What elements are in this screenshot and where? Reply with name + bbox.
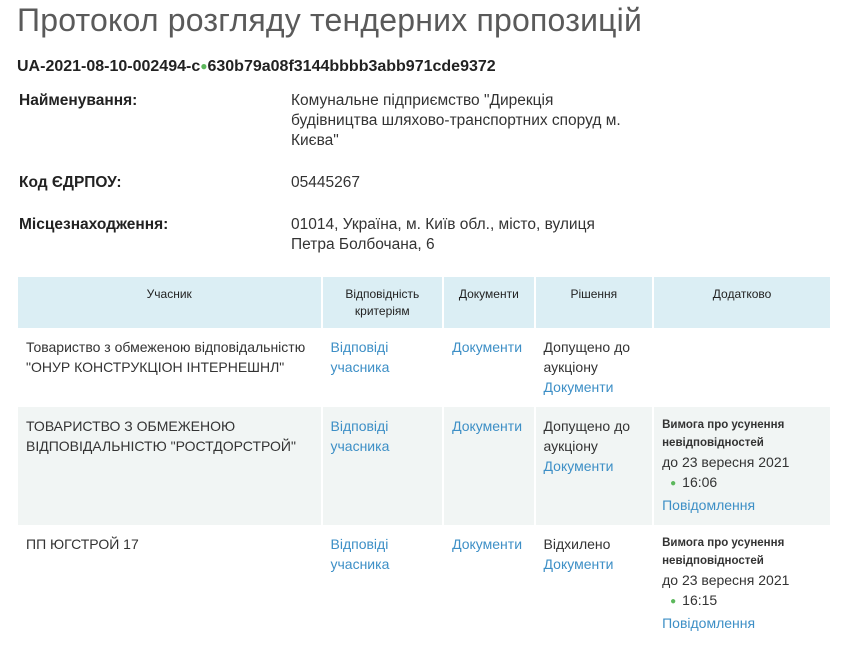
info-row-name: Найменування: Комунальне підприємство "Д…	[17, 91, 832, 151]
col-header-criteria: Відповідність критеріям	[322, 277, 443, 328]
requirement-deadline-date: до 23 вересня 2021	[662, 572, 790, 588]
participant-name: ТОВАРИСТВО З ОБМЕЖЕНОЮ ВІДПОВІДАЛЬНІСТЮ …	[18, 407, 321, 525]
criteria-answers-link[interactable]: Відповіді учасника	[331, 418, 390, 454]
participant-name: Товариство з обмеженою відповідальністю …	[26, 339, 306, 375]
decision-cell: Допущено до аукціону Документи	[535, 407, 653, 525]
info-label: Найменування:	[19, 92, 138, 109]
decision-documents-link[interactable]: Документи	[544, 379, 614, 395]
requirement-deadline-date: до 23 вересня 2021	[662, 454, 790, 470]
table-row: Товариство з обмеженою відповідальністю …	[18, 328, 830, 407]
criteria-answers-link[interactable]: Відповіді учасника	[331, 536, 390, 572]
info-row-edrpou: Код ЄДРПОУ: 05445267	[17, 173, 832, 193]
participants-table: Учасник Відповідність критеріям Документ…	[16, 277, 832, 643]
documents-link[interactable]: Документи	[452, 339, 522, 355]
documents-cell: Документи	[444, 407, 534, 525]
info-value: 05445267	[291, 174, 360, 191]
extra-cell: Вимога про усунення невідповідностей до …	[654, 407, 830, 525]
table-row: ТОВАРИСТВО З ОБМЕЖЕНОЮ ВІДПОВІДАЛЬНІСТЮ …	[18, 407, 830, 525]
documents-cell: Документи	[444, 525, 533, 643]
requirement-deadline-time: ● 16:06	[662, 472, 822, 495]
info-label: Код ЄДРПОУ:	[19, 174, 122, 191]
criteria-cell: Відповіді учасника	[323, 525, 443, 643]
decision-cell: Відхилено Документи	[536, 525, 653, 643]
requirement-time-value: 16:06	[682, 474, 718, 490]
col-header-documents: Документи	[444, 277, 534, 328]
notification-link[interactable]: Повідомлення	[662, 615, 755, 631]
info-value: Комунальне підприємство "Дирекція будівн…	[291, 92, 621, 149]
tender-id: UA-2021-08-10-002494-c●630b79a08f3144bbb…	[17, 57, 832, 77]
criteria-answers-link[interactable]: Відповіді учасника	[331, 339, 390, 375]
criteria-cell: Відповіді учасника	[323, 328, 443, 407]
table-header-row: Учасник Відповідність критеріям Документ…	[18, 277, 830, 328]
table-row: ПП ЮГСТРОЙ 17 Відповіді учасника Докумен…	[18, 525, 830, 643]
col-header-decision: Рішення	[535, 277, 653, 328]
bullet-icon: ●	[670, 596, 677, 607]
requirement-deadline-time: ● 16:15	[662, 590, 822, 613]
documents-link[interactable]: Документи	[452, 536, 522, 552]
requirement-time-value: 16:15	[682, 592, 718, 608]
col-header-participant: Учасник	[18, 277, 321, 328]
requirement-title: Вимога про усунення невідповідностей	[662, 419, 785, 449]
info-row-address: Місцезнаходження: 01014, Україна, м. Киї…	[17, 215, 832, 255]
tender-id-prefix: UA-2021-08-10-002494-c	[17, 58, 201, 75]
extra-cell	[654, 328, 830, 407]
extra-cell: Вимога про усунення невідповідностей до …	[654, 525, 830, 643]
participant-name: ПП ЮГСТРОЙ 17	[26, 536, 139, 552]
protocol-page: Протокол розгляду тендерних пропозицій U…	[0, 0, 844, 643]
notification-link[interactable]: Повідомлення	[662, 497, 755, 513]
criteria-cell: Відповіді учасника	[322, 407, 443, 525]
info-value: 01014, Україна, м. Київ обл., місто, вул…	[291, 216, 595, 253]
documents-link[interactable]: Документи	[452, 418, 522, 434]
decision-cell: Допущено до аукціону Документи	[536, 328, 653, 407]
info-label: Місцезнаходження:	[19, 216, 169, 233]
decision-text: Допущено до аукціону	[543, 418, 631, 454]
col-header-extra: Додатково	[654, 277, 830, 328]
organizer-info: Найменування: Комунальне підприємство "Д…	[17, 91, 832, 255]
requirement-title: Вимога про усунення невідповідностей	[662, 537, 785, 567]
tender-id-suffix: 630b79a08f3144bbbb3abb971cde9372	[207, 58, 496, 75]
bullet-icon: ●	[670, 478, 677, 489]
page-title: Протокол розгляду тендерних пропозицій	[17, 2, 643, 38]
tender-id-dot-icon: ●	[200, 59, 208, 73]
decision-text: Допущено до аукціону	[543, 339, 631, 375]
decision-documents-link[interactable]: Документи	[544, 458, 614, 474]
decision-documents-link[interactable]: Документи	[544, 556, 614, 572]
documents-cell: Документи	[444, 328, 533, 407]
decision-text: Відхилено	[543, 536, 611, 552]
